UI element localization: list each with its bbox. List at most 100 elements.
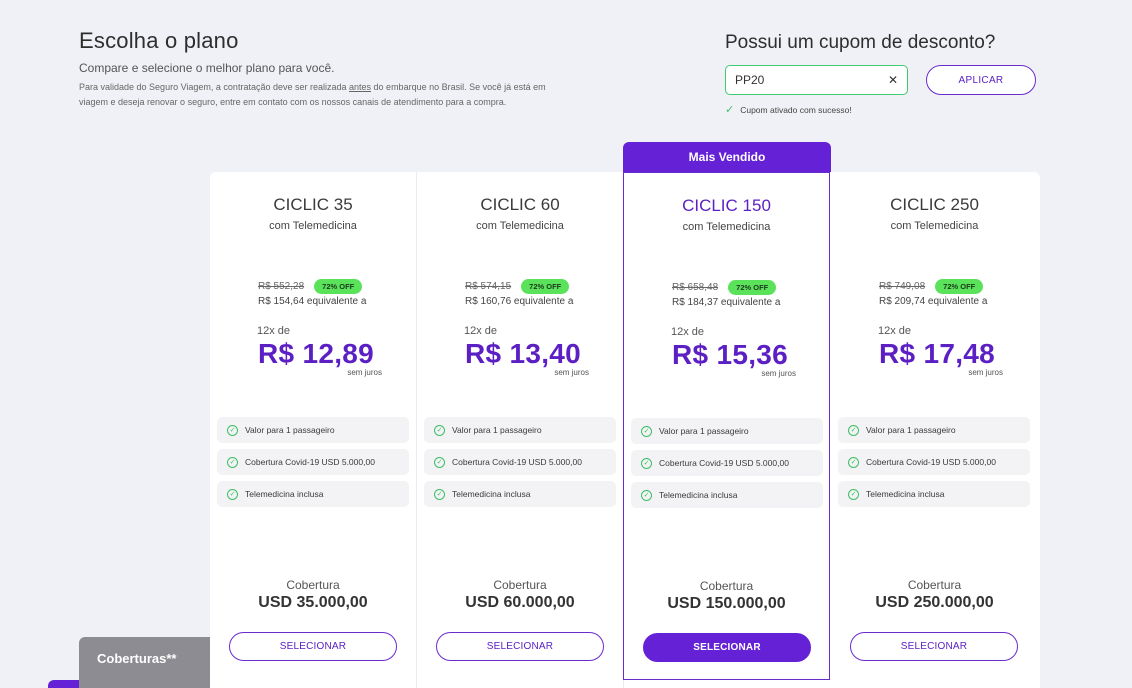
discount-badge: 72% OFF <box>728 280 777 295</box>
total-price: R$ 160,76 equivalente a <box>465 296 574 307</box>
select-plan-button[interactable]: SELECIONAR <box>229 632 397 661</box>
coupon-input[interactable]: PP20 ✕ <box>725 65 908 95</box>
plan-subtitle: com Telemedicina <box>890 220 979 232</box>
select-plan-button[interactable]: SELECIONAR <box>643 633 811 662</box>
plan-card-ciclic-150: CICLIC 150 com Telemedicina R$ 658,48 72… <box>623 172 830 680</box>
coupon-input-value[interactable]: PP20 <box>735 73 764 87</box>
total-price: R$ 209,74 equivalente a <box>879 296 988 307</box>
list-item: ✓ Valor para 1 passageiro <box>838 417 1030 443</box>
total-price: R$ 184,37 equivalente a <box>672 297 781 308</box>
plan-card-ciclic-60: CICLIC 60 com Telemedicina R$ 574,15 72%… <box>417 172 624 688</box>
old-price: R$ 749,08 <box>879 281 926 292</box>
feature-label: Valor para 1 passageiro <box>245 425 335 435</box>
feature-list: ✓ Valor para 1 passageiro ✓ Cobertura Covi… <box>838 417 1030 513</box>
coupon-success-message: ✓ Cupom ativado com sucesso! <box>725 103 1045 116</box>
coupon-success-text: Cupom ativado com sucesso! <box>740 104 852 115</box>
coverage-label: Cobertura <box>286 578 340 592</box>
check-icon: ✓ <box>725 104 735 116</box>
check-circle-icon: ✓ <box>641 425 652 437</box>
list-item: ✓ Cobertura Covid-19 USD 5.000,00 <box>217 449 409 475</box>
total-price: R$ 154,64 equivalente a <box>258 296 367 307</box>
old-price-row: R$ 749,08 72% OFF <box>879 279 1019 294</box>
coverage-label: Cobertura <box>493 578 547 592</box>
feature-label: Telemedicina inclusa <box>452 489 531 499</box>
feature-label: Cobertura Covid-19 USD 5.000,00 <box>452 457 582 467</box>
feature-label: Valor para 1 passageiro <box>452 425 542 435</box>
old-price-row: R$ 658,48 72% OFF <box>672 280 812 295</box>
old-price: R$ 658,48 <box>672 282 719 293</box>
check-circle-icon: ✓ <box>227 488 238 500</box>
plans-table: CICLIC 35 com Telemedicina R$ 552,28 72%… <box>210 172 1040 688</box>
installments-label: 12x de <box>257 325 291 337</box>
coverage-value: USD 60.000,00 <box>465 594 575 611</box>
price-block: R$ 552,28 72% OFF R$ 154,64 equivalente … <box>257 279 398 377</box>
check-circle-icon: ✓ <box>434 424 445 436</box>
feature-label: Cobertura Covid-19 USD 5.000,00 <box>659 458 789 468</box>
plan-subtitle: com Telemedicina <box>269 220 357 232</box>
best-seller-badge: Mais Vendido <box>623 142 831 172</box>
installment-price: R$ 17,48 <box>879 338 996 369</box>
discount-badge: 72% OFF <box>521 279 570 294</box>
discount-badge: 72% OFF <box>935 279 984 294</box>
select-plan-button[interactable]: SELECIONAR <box>436 632 604 661</box>
list-item: ✓ Cobertura Covid-19 USD 5.000,00 <box>631 450 823 476</box>
feature-label: Telemedicina inclusa <box>245 489 324 499</box>
page-title: Escolha o plano <box>79 28 239 53</box>
coverage-label: Cobertura <box>699 579 754 593</box>
plan-name: CICLIC 60 <box>480 195 560 214</box>
coverage-label: Cobertura <box>907 578 962 592</box>
feature-label: Cobertura Covid-19 USD 5.000,00 <box>866 457 996 467</box>
coverages-tab[interactable]: Coberturas** <box>79 637 210 688</box>
plan-name: CICLIC 35 <box>273 195 353 214</box>
price-block: R$ 574,15 72% OFF R$ 160,76 equivalente … <box>464 279 605 377</box>
discount-badge: 72% OFF <box>314 279 363 294</box>
installments-label: 12x de <box>878 325 912 337</box>
select-plan-button[interactable]: SELECIONAR <box>850 632 1018 661</box>
old-price-row: R$ 574,15 72% OFF <box>465 279 605 294</box>
plan-card-ciclic-250: CICLIC 250 com Telemedicina R$ 749,08 72… <box>831 172 1038 688</box>
list-item: ✓ Valor para 1 passageiro <box>217 417 409 443</box>
check-circle-icon: ✓ <box>434 488 445 500</box>
coverage-value: USD 35.000,00 <box>258 594 368 611</box>
price-block: R$ 749,08 72% OFF R$ 209,74 equivalente … <box>878 279 1019 377</box>
feature-list: ✓ Valor para 1 passageiro ✓ Cobertura Covi… <box>631 418 823 514</box>
page-note-emphasis: antes <box>349 82 372 92</box>
coverage-value: USD 250.000,00 <box>875 594 994 611</box>
header: Escolha o plano Compare e selecione o me… <box>79 28 579 110</box>
check-circle-icon: ✓ <box>227 456 238 468</box>
check-circle-icon: ✓ <box>641 457 652 469</box>
plan-name: CICLIC 250 <box>890 195 979 214</box>
feature-label: Cobertura Covid-19 USD 5.000,00 <box>245 457 375 467</box>
installment-price: R$ 13,40 <box>465 338 582 369</box>
check-circle-icon: ✓ <box>848 424 859 436</box>
list-item: ✓ Cobertura Covid-19 USD 5.000,00 <box>838 449 1030 475</box>
side-marker <box>48 680 79 688</box>
installments-label: 12x de <box>464 325 498 337</box>
list-item: ✓ Valor para 1 passageiro <box>424 417 616 443</box>
page-subtitle: Compare e selecione o melhor plano para … <box>79 61 335 75</box>
plan-subtitle: com Telemedicina <box>476 220 564 232</box>
coupon-row: PP20 ✕ APLICAR <box>725 65 1045 95</box>
list-item: ✓ Telemedicina inclusa <box>631 482 823 508</box>
list-item: ✓ Telemedicina inclusa <box>217 481 409 507</box>
coupon-section: Possui um cupom de desconto? PP20 ✕ APLI… <box>725 32 1045 116</box>
apply-coupon-button[interactable]: APLICAR <box>926 65 1036 95</box>
price-block: R$ 658,48 72% OFF R$ 184,37 equivalente … <box>671 280 812 378</box>
check-circle-icon: ✓ <box>227 424 238 436</box>
plan-card-ciclic-35: CICLIC 35 com Telemedicina R$ 552,28 72%… <box>210 172 417 688</box>
page-note-part1: Para validade do Seguro Viagem, a contra… <box>79 82 350 92</box>
list-item: ✓ Telemedicina inclusa <box>424 481 616 507</box>
check-circle-icon: ✓ <box>434 456 445 468</box>
coupon-title: Possui um cupom de desconto? <box>725 32 996 53</box>
feature-label: Telemedicina inclusa <box>866 489 945 499</box>
plan-name: CICLIC 150 <box>682 196 771 215</box>
page-note: Para validade do Seguro Viagem, a contra… <box>79 80 569 110</box>
feature-label: Telemedicina inclusa <box>659 490 738 500</box>
list-item: ✓ Cobertura Covid-19 USD 5.000,00 <box>424 449 616 475</box>
old-price-row: R$ 552,28 72% OFF <box>258 279 398 294</box>
close-icon[interactable]: ✕ <box>888 73 898 87</box>
feature-label: Valor para 1 passageiro <box>659 426 749 436</box>
installment-price: R$ 15,36 <box>672 339 789 370</box>
check-circle-icon: ✓ <box>641 489 652 501</box>
feature-list: ✓ Valor para 1 passageiro ✓ Cobertura Covi… <box>424 417 616 513</box>
